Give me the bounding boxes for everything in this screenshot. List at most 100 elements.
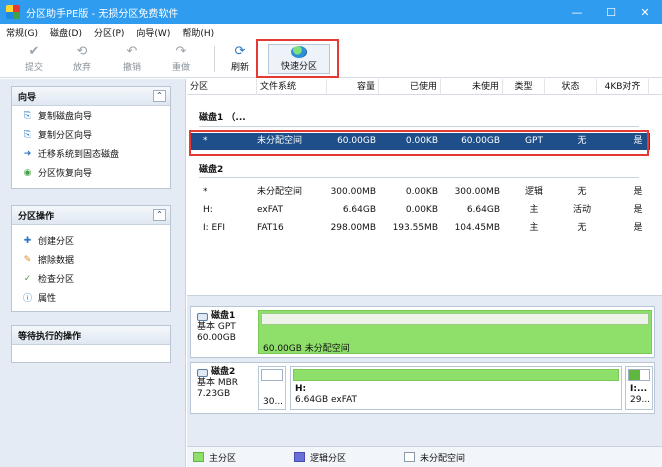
sidebar: 向导 ⌃ ⎘ 复制磁盘向导 ⎘ 复制分区向导 ➜ 迁移系统到固态磁盘 ◉ 分区恢… bbox=[0, 79, 186, 467]
refresh-icon: ⟳ bbox=[234, 43, 246, 59]
app-logo-icon bbox=[6, 5, 20, 19]
hard-disk-icon bbox=[197, 312, 208, 321]
col-unused[interactable]: 未使用 bbox=[441, 79, 503, 95]
disk2-group-label: 磁盘2 bbox=[199, 165, 224, 175]
cell-partition: I: EFI bbox=[203, 223, 226, 233]
segment-drive-letter: I:... bbox=[630, 384, 648, 394]
maximize-button[interactable]: ☐ bbox=[594, 0, 628, 24]
cell-used: 193.55MB bbox=[392, 223, 438, 233]
disk1-card[interactable]: 磁盘1 基本 GPT 60.00GB 60.00GB 未分配空间 bbox=[190, 306, 655, 358]
sidebar-item-copy-partition[interactable]: ⎘ 复制分区向导 bbox=[12, 125, 170, 144]
checkmark-icon: ✔ bbox=[28, 43, 40, 59]
partition-ops-header: 分区操作 ⌃ bbox=[12, 206, 170, 225]
redo-icon: ↷ bbox=[175, 43, 187, 59]
sidebar-item-label: 擦除数据 bbox=[38, 256, 75, 266]
cell-status: 无 bbox=[577, 187, 587, 197]
partition-ops-title: 分区操作 bbox=[18, 211, 55, 222]
disk2-size: 7.23GB bbox=[197, 389, 231, 399]
cell-4kb-align: 是 bbox=[633, 223, 643, 233]
refresh-button[interactable]: ⟳ 刷新 bbox=[220, 43, 260, 75]
cell-type: 逻辑 bbox=[524, 187, 543, 197]
table-row[interactable]: H: exFAT 6.64GB 0.00KB 6.64GB 主 活动 是 bbox=[190, 202, 650, 219]
menu-wizard[interactable]: 向导(W) bbox=[130, 26, 176, 39]
menu-disk[interactable]: 磁盘(D) bbox=[44, 26, 88, 39]
create-partition-icon: ✚ bbox=[23, 235, 32, 246]
col-partition[interactable]: 分区 bbox=[187, 79, 257, 95]
cell-type: 主 bbox=[529, 223, 539, 233]
disk1-unallocated-segment[interactable]: 60.00GB 未分配空间 bbox=[258, 310, 652, 354]
primary-swatch bbox=[193, 452, 204, 462]
disk2-card[interactable]: 磁盘2 基本 MBR 7.23GB 30... H: 6.64GB exFAT … bbox=[190, 362, 655, 414]
disk2-name-row: 磁盘2 bbox=[197, 367, 257, 378]
pending-ops-header: 等待执行的操作 bbox=[12, 326, 170, 345]
menu-partition[interactable]: 分区(P) bbox=[88, 26, 130, 39]
col-capacity[interactable]: 容量 bbox=[327, 79, 379, 95]
logical-swatch bbox=[294, 452, 306, 462]
disk2-info: 磁盘2 基本 MBR 7.23GB bbox=[191, 363, 257, 413]
cell-unused: 300.00MB bbox=[454, 187, 500, 197]
disk2-i-segment[interactable]: I:... 29... bbox=[625, 366, 653, 410]
cell-4kb-align: 是 bbox=[633, 187, 643, 197]
cell-filesystem: FAT16 bbox=[257, 223, 284, 233]
cell-filesystem: exFAT bbox=[257, 205, 284, 215]
cell-status: 无 bbox=[577, 223, 587, 233]
cell-partition: * bbox=[203, 187, 208, 197]
usage-bar bbox=[261, 313, 649, 325]
segment-label: 29... bbox=[630, 395, 651, 405]
sidebar-item-label: 创建分区 bbox=[38, 237, 75, 247]
disk2-unallocated-segment[interactable]: 30... bbox=[258, 366, 286, 410]
segment-label: 6.64GB exFAT bbox=[295, 395, 358, 405]
usage-bar bbox=[628, 369, 650, 381]
legend-label: 主分区 bbox=[209, 453, 237, 464]
commit-button[interactable]: ✔ 提交 bbox=[14, 43, 54, 75]
table-row[interactable]: I: EFI FAT16 298.00MB 193.55MB 104.45MB … bbox=[190, 220, 650, 237]
menu-general[interactable]: 常规(G) bbox=[0, 26, 44, 39]
cell-unused: 104.45MB bbox=[454, 223, 500, 233]
collapse-partition-ops-button[interactable]: ⌃ bbox=[153, 209, 166, 221]
window-controls: — ☐ ✕ bbox=[560, 0, 662, 24]
highlight-box-selected-row bbox=[189, 130, 649, 156]
minimize-button[interactable]: — bbox=[560, 0, 594, 24]
segment-drive-letter: H: bbox=[295, 384, 307, 394]
sidebar-item-properties[interactable]: ⓘ 属性 bbox=[12, 288, 170, 307]
col-used[interactable]: 已使用 bbox=[379, 79, 441, 95]
table-row[interactable]: * 未分配空间 300.00MB 0.00KB 300.00MB 逻辑 无 是 bbox=[190, 184, 650, 201]
cell-filesystem: 未分配空间 bbox=[257, 187, 303, 197]
legend-label: 逻辑分区 bbox=[310, 453, 347, 464]
segment-label: 60.00GB 未分配空间 bbox=[263, 344, 350, 354]
undo-button[interactable]: ↶ 撤销 bbox=[112, 43, 152, 75]
recovery-icon: ◉ bbox=[23, 167, 32, 178]
sidebar-item-migrate-ssd[interactable]: ➜ 迁移系统到固态磁盘 bbox=[12, 144, 170, 163]
disk2-type: 基本 MBR bbox=[197, 378, 239, 388]
col-type[interactable]: 类型 bbox=[503, 79, 545, 95]
legend-primary: 主分区 bbox=[193, 451, 236, 464]
commit-label: 提交 bbox=[24, 63, 43, 73]
col-4kb-align[interactable]: 4KB对齐 bbox=[597, 79, 649, 95]
info-icon: ⓘ bbox=[22, 294, 32, 304]
sidebar-item-partition-recovery[interactable]: ◉ 分区恢复向导 bbox=[12, 163, 170, 182]
unallocated-swatch bbox=[404, 452, 416, 462]
sidebar-item-check-partition[interactable]: ✓ 检查分区 bbox=[12, 269, 170, 288]
close-button[interactable]: ✕ bbox=[628, 0, 662, 24]
wipe-icon: ✎ bbox=[23, 254, 32, 265]
sidebar-item-copy-disk[interactable]: ⎘ 复制磁盘向导 bbox=[12, 106, 170, 125]
sidebar-item-label: 复制分区向导 bbox=[38, 131, 93, 141]
col-status[interactable]: 状态 bbox=[545, 79, 597, 95]
check-partition-icon: ✓ bbox=[23, 273, 32, 284]
disk1-type: 基本 GPT bbox=[197, 322, 236, 332]
col-filesystem[interactable]: 文件系统 bbox=[257, 79, 327, 95]
sidebar-item-label: 复制磁盘向导 bbox=[38, 112, 93, 122]
divider bbox=[199, 126, 639, 127]
sidebar-item-wipe-data[interactable]: ✎ 擦除数据 bbox=[12, 250, 170, 269]
disk2-h-segment[interactable]: H: 6.64GB exFAT bbox=[290, 366, 622, 410]
discard-button[interactable]: ⟲ 放弃 bbox=[62, 43, 102, 75]
sidebar-item-create-partition[interactable]: ✚ 创建分区 bbox=[12, 231, 170, 250]
menu-help[interactable]: 帮助(H) bbox=[176, 26, 220, 39]
redo-button[interactable]: ↷ 重做 bbox=[161, 43, 201, 75]
legend-logical: 逻辑分区 bbox=[294, 451, 346, 464]
sidebar-item-label: 分区恢复向导 bbox=[38, 169, 93, 179]
cell-capacity: 6.64GB bbox=[342, 205, 376, 215]
collapse-wizard-button[interactable]: ⌃ bbox=[153, 90, 166, 102]
menu-bar: 常规(G) 磁盘(D) 分区(P) 向导(W) 帮助(H) bbox=[0, 24, 662, 40]
disk1-size: 60.00GB bbox=[197, 333, 236, 343]
